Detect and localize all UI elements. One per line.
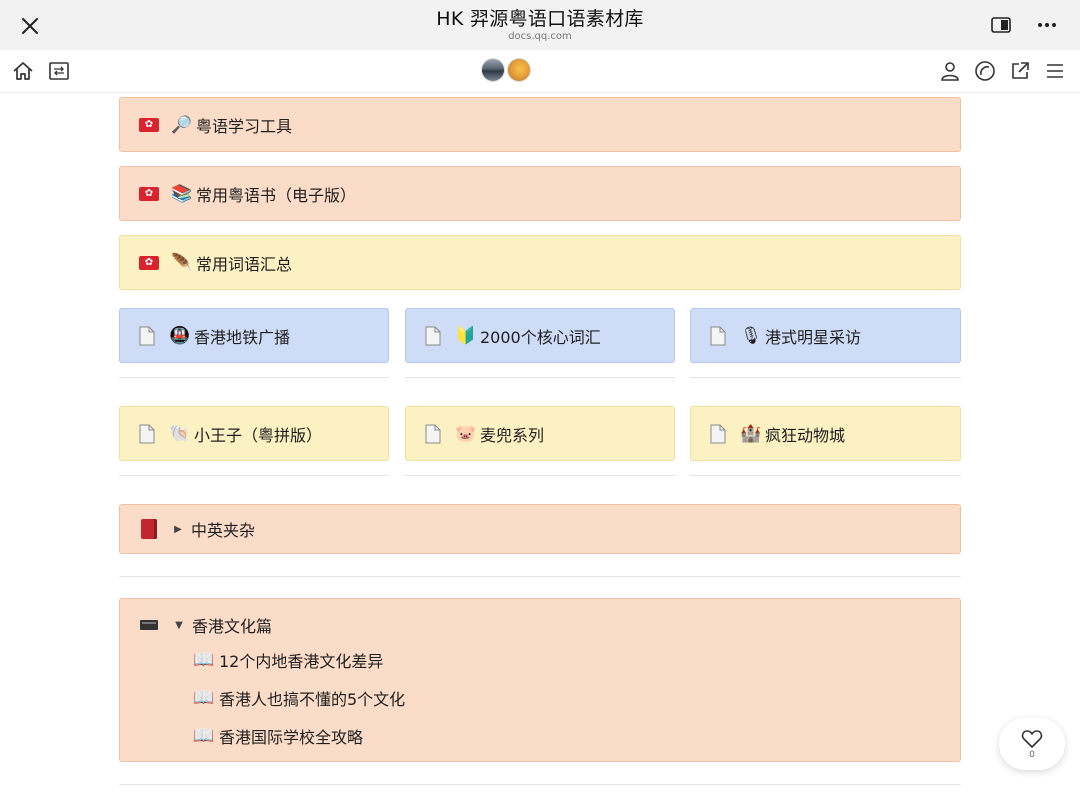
share-icon[interactable] [1007, 58, 1033, 84]
collapse-triangle-icon[interactable]: ▼ [172, 620, 186, 631]
hk-flag-icon: ✿ [139, 186, 159, 201]
document-icon [425, 424, 441, 443]
card-zootopia[interactable]: 🏰 疯狂动物城 [690, 406, 961, 461]
card-label: 香港地铁广播 [194, 327, 291, 347]
title-bar: HK 羿源粤语口语素材库 docs.qq.com [0, 0, 1080, 50]
list-item[interactable]: 📖 12个内地香港文化差异 [193, 648, 383, 672]
divider [119, 576, 961, 577]
projector-icon [140, 620, 158, 630]
divider [690, 475, 961, 476]
block-common-words[interactable]: ✿ 🪶 常用词语汇总 [119, 235, 961, 290]
card-little-prince[interactable]: 🐚 小王子（粤拼版） [119, 406, 389, 461]
user-icon[interactable] [937, 58, 963, 84]
collaborator-avatars [481, 58, 531, 82]
divider [119, 784, 961, 785]
avatar[interactable] [507, 58, 531, 82]
hk-flag-icon: ✿ [139, 117, 159, 132]
pig-icon: 🐷 [455, 423, 477, 444]
block-cantonese-books[interactable]: ✿ 📚 常用粤语书（电子版） [119, 166, 961, 221]
card-mcdull-series[interactable]: 🐷 麦兜系列 [405, 406, 675, 461]
open-book-icon: 📖 [193, 688, 215, 708]
block-label: 粤语学习工具 [196, 116, 293, 136]
block-learning-tools[interactable]: ✿ 🔎 粤语学习工具 [119, 97, 961, 152]
card-label: 2000个核心词汇 [480, 327, 601, 347]
block-label: 常用词语汇总 [196, 254, 293, 274]
divider [690, 377, 961, 378]
home-icon[interactable] [10, 58, 36, 84]
castle-icon: 🏰 [740, 423, 762, 444]
list-item-label: 香港国际学校全攻略 [219, 728, 364, 747]
toggle-label: 香港文化篇 [192, 617, 273, 636]
card-label: 小王子（粤拼版） [194, 425, 323, 445]
block-label: 常用粤语书（电子版） [196, 185, 357, 205]
document-icon [710, 326, 726, 345]
toolbar [0, 50, 1080, 93]
card-core-vocabulary[interactable]: 🔰 2000个核心词汇 [405, 308, 675, 363]
card-star-interviews[interactable]: 🎙 港式明星采访 [690, 308, 961, 363]
split-view-icon[interactable] [988, 12, 1014, 38]
list-item[interactable]: 📖 香港人也搞不懂的5个文化 [193, 686, 405, 710]
card-label: 港式明星采访 [765, 327, 862, 347]
metro-icon: 🚇 [169, 325, 191, 346]
magnifier-icon: 🔎 [171, 114, 193, 135]
document-url: docs.qq.com [508, 31, 572, 42]
list-item-label: 12个内地香港文化差异 [219, 652, 384, 671]
title-block: HK 羿源粤语口语素材库 docs.qq.com [0, 8, 1080, 43]
open-book-icon: 📖 [193, 650, 215, 670]
hk-flag-icon: ✿ [139, 255, 159, 270]
beginner-icon: 🔰 [455, 325, 477, 346]
document-icon [425, 326, 441, 345]
document-title: HK 羿源粤语口语素材库 [436, 8, 644, 30]
microphone-icon: 🎙 [740, 325, 762, 346]
divider [119, 475, 389, 476]
list-item[interactable]: 📖 香港国际学校全攻略 [193, 724, 363, 748]
divider [119, 377, 389, 378]
outline-icon[interactable] [46, 58, 72, 84]
planet-icon: 🐚 [169, 423, 191, 444]
card-label: 麦兜系列 [480, 425, 545, 445]
document-icon [139, 326, 155, 345]
feather-icon: 🪶 [171, 252, 193, 273]
like-count: 0 [1029, 749, 1035, 760]
list-item-label: 香港人也搞不懂的5个文化 [219, 690, 406, 709]
card-mtr-broadcast[interactable]: 🚇 香港地铁广播 [119, 308, 389, 363]
toggle-mixed-language[interactable]: ▶ 中英夹杂 [119, 504, 961, 554]
avatar[interactable] [481, 58, 505, 82]
menu-icon[interactable] [1042, 58, 1068, 84]
heart-icon [1021, 729, 1043, 748]
comment-icon[interactable] [972, 58, 998, 84]
red-book-icon [141, 519, 157, 539]
open-book-icon: 📖 [193, 726, 215, 746]
more-icon[interactable] [1034, 12, 1060, 38]
card-label: 疯狂动物城 [765, 425, 846, 445]
toggle-label: 中英夹杂 [191, 521, 256, 540]
like-button[interactable]: 0 [999, 718, 1065, 770]
divider [405, 377, 675, 378]
document-icon [139, 424, 155, 443]
expand-triangle-icon[interactable]: ▶ [171, 524, 185, 535]
books-icon: 📚 [171, 183, 193, 204]
divider [405, 475, 675, 476]
document-icon [710, 424, 726, 443]
